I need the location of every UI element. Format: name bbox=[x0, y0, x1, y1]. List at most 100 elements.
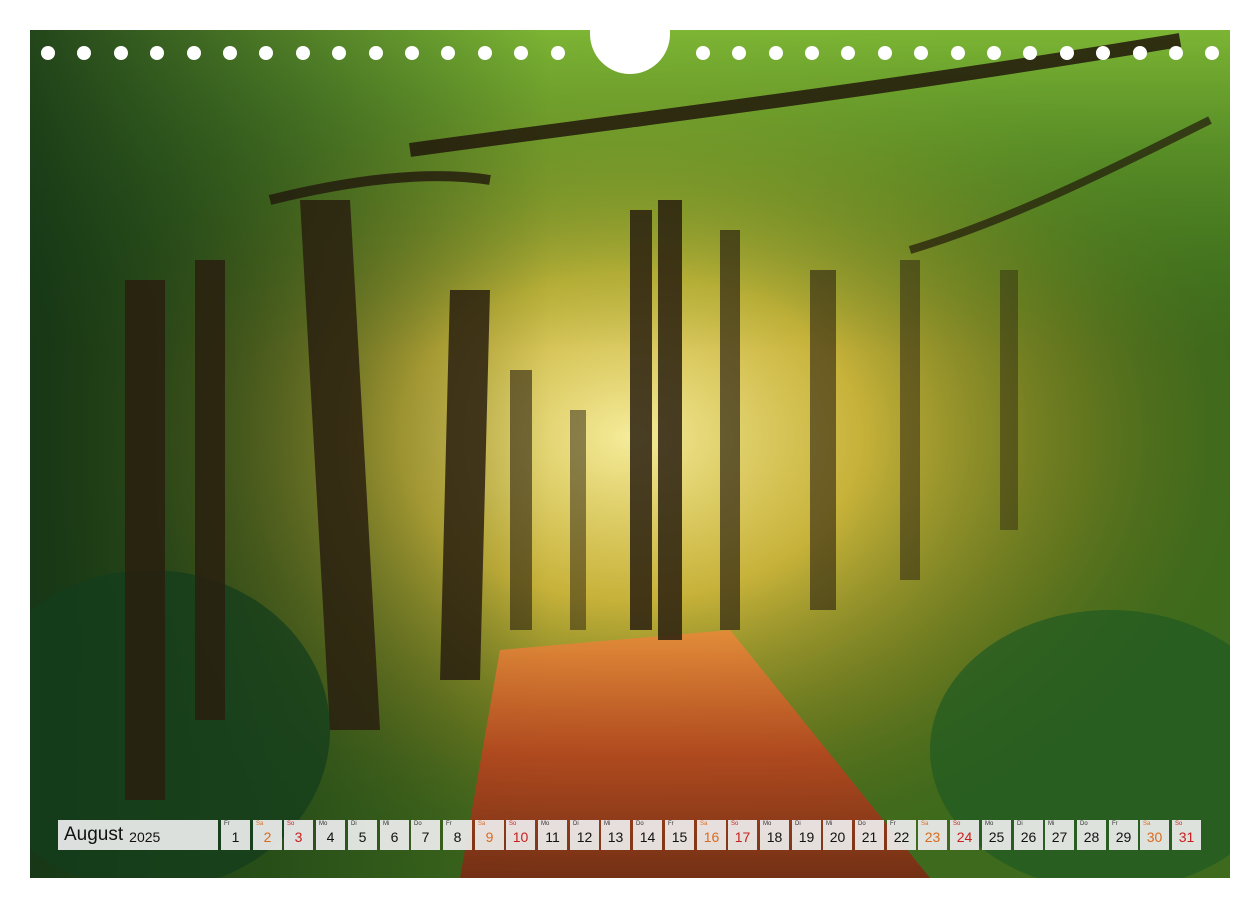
day-cell: Mo 25 bbox=[982, 820, 1011, 850]
weekday-label: Fr bbox=[446, 821, 452, 827]
day-number: 17 bbox=[734, 829, 751, 845]
day-number: 8 bbox=[453, 829, 462, 845]
binding-hole bbox=[187, 46, 201, 60]
weekday-label: Do bbox=[414, 821, 422, 827]
binding-hole bbox=[150, 46, 164, 60]
weekday-label: So bbox=[953, 821, 961, 827]
binding-holes bbox=[30, 30, 1230, 74]
weekday-label: Mi bbox=[383, 821, 390, 827]
binding-hole bbox=[696, 46, 710, 60]
day-number: 9 bbox=[485, 829, 494, 845]
binding-hole bbox=[77, 46, 91, 60]
day-number: 30 bbox=[1146, 829, 1163, 845]
day-number: 6 bbox=[390, 829, 399, 845]
binding-hole bbox=[1169, 46, 1183, 60]
day-number: 24 bbox=[956, 829, 973, 845]
binding-hole bbox=[1133, 46, 1147, 60]
binding-hole bbox=[296, 46, 310, 60]
month-year: 2025 bbox=[129, 828, 161, 845]
day-cell: Sa 2 bbox=[253, 820, 282, 850]
binding-hole bbox=[1060, 46, 1074, 60]
weekday-label: Do bbox=[1080, 821, 1088, 827]
binding-hole bbox=[259, 46, 273, 60]
weekday-label: Mo bbox=[541, 821, 550, 827]
day-number: 13 bbox=[607, 829, 624, 845]
weekday-label: Fr bbox=[1112, 821, 1118, 827]
day-cell: Fr 15 bbox=[665, 820, 694, 850]
weekday-label: Mo bbox=[985, 821, 994, 827]
binding-hole bbox=[951, 46, 965, 60]
weekday-label: So bbox=[1175, 821, 1183, 827]
weekday-label: Mi bbox=[604, 821, 611, 827]
binding-hole bbox=[478, 46, 492, 60]
day-number: 11 bbox=[545, 829, 560, 845]
day-number: 3 bbox=[294, 829, 303, 845]
day-cell: Fr 8 bbox=[443, 820, 472, 850]
day-number: 18 bbox=[766, 829, 783, 845]
day-cell: Di 26 bbox=[1014, 820, 1043, 850]
binding-hole bbox=[841, 46, 855, 60]
day-number: 14 bbox=[639, 829, 656, 845]
day-number: 15 bbox=[671, 829, 688, 845]
weekday-label: Do bbox=[636, 821, 644, 827]
day-cell: Do 14 bbox=[633, 820, 662, 850]
day-number: 21 bbox=[861, 829, 878, 845]
day-number: 16 bbox=[703, 829, 720, 845]
binding-hole bbox=[332, 46, 346, 60]
binding-hole bbox=[369, 46, 383, 60]
binding-hole bbox=[551, 46, 565, 60]
day-number: 4 bbox=[326, 829, 335, 845]
hanger-notch bbox=[590, 30, 670, 74]
binding-hole bbox=[878, 46, 892, 60]
day-cell: Mo 18 bbox=[760, 820, 789, 850]
weekday-label: So bbox=[731, 821, 739, 827]
binding-hole bbox=[223, 46, 237, 60]
weekday-label: Mo bbox=[763, 821, 772, 827]
day-number: 25 bbox=[988, 829, 1005, 845]
day-cell: Mo 4 bbox=[316, 820, 345, 850]
day-cell: Di 12 bbox=[570, 820, 599, 850]
weekday-label: Di bbox=[351, 821, 357, 827]
month-bar: August 2025 Fr 1 Sa 2 So 3 Mo 4 Di 5 Mi 6 Do 7 Fr 8 Sa 9 S… bbox=[58, 820, 1203, 850]
weekday-label: Fr bbox=[668, 821, 674, 827]
weekday-label: Mi bbox=[826, 821, 833, 827]
day-cell: Do 21 bbox=[855, 820, 884, 850]
month-name: August bbox=[64, 824, 124, 845]
weekday-label: Di bbox=[795, 821, 801, 827]
day-number: 26 bbox=[1020, 829, 1037, 845]
weekday-label: Sa bbox=[256, 821, 264, 827]
day-cell: Fr 1 bbox=[221, 820, 250, 850]
day-number: 27 bbox=[1051, 829, 1068, 845]
weekday-label: Mi bbox=[1048, 821, 1055, 827]
binding-hole bbox=[914, 46, 928, 60]
day-cell: Di 19 bbox=[792, 820, 821, 850]
day-cell: Sa 9 bbox=[475, 820, 504, 850]
day-cell: So 3 bbox=[284, 820, 313, 850]
weekday-label: Sa bbox=[921, 821, 929, 827]
weekday-label: Mo bbox=[319, 821, 328, 827]
day-number: 7 bbox=[421, 829, 430, 845]
binding-hole bbox=[514, 46, 528, 60]
day-number: 23 bbox=[924, 829, 941, 845]
day-number: 20 bbox=[829, 829, 846, 845]
binding-hole bbox=[441, 46, 455, 60]
binding-hole bbox=[1096, 46, 1110, 60]
weekday-label: Fr bbox=[890, 821, 896, 827]
day-cell: Fr 22 bbox=[887, 820, 916, 850]
binding-hole bbox=[114, 46, 128, 60]
weekday-label: Sa bbox=[1143, 821, 1151, 827]
weekday-label: Di bbox=[1017, 821, 1023, 827]
day-cell: So 31 bbox=[1172, 820, 1201, 850]
binding-hole bbox=[805, 46, 819, 60]
day-number: 22 bbox=[893, 829, 910, 845]
binding-hole bbox=[41, 46, 55, 60]
weekday-label: Sa bbox=[478, 821, 486, 827]
day-cell: Do 7 bbox=[411, 820, 440, 850]
day-cell: Sa 30 bbox=[1140, 820, 1169, 850]
binding-hole bbox=[987, 46, 1001, 60]
binding-hole bbox=[405, 46, 419, 60]
binding-hole bbox=[769, 46, 783, 60]
day-number: 5 bbox=[358, 829, 367, 845]
weekday-label: Fr bbox=[224, 821, 230, 827]
day-number: 28 bbox=[1083, 829, 1100, 845]
